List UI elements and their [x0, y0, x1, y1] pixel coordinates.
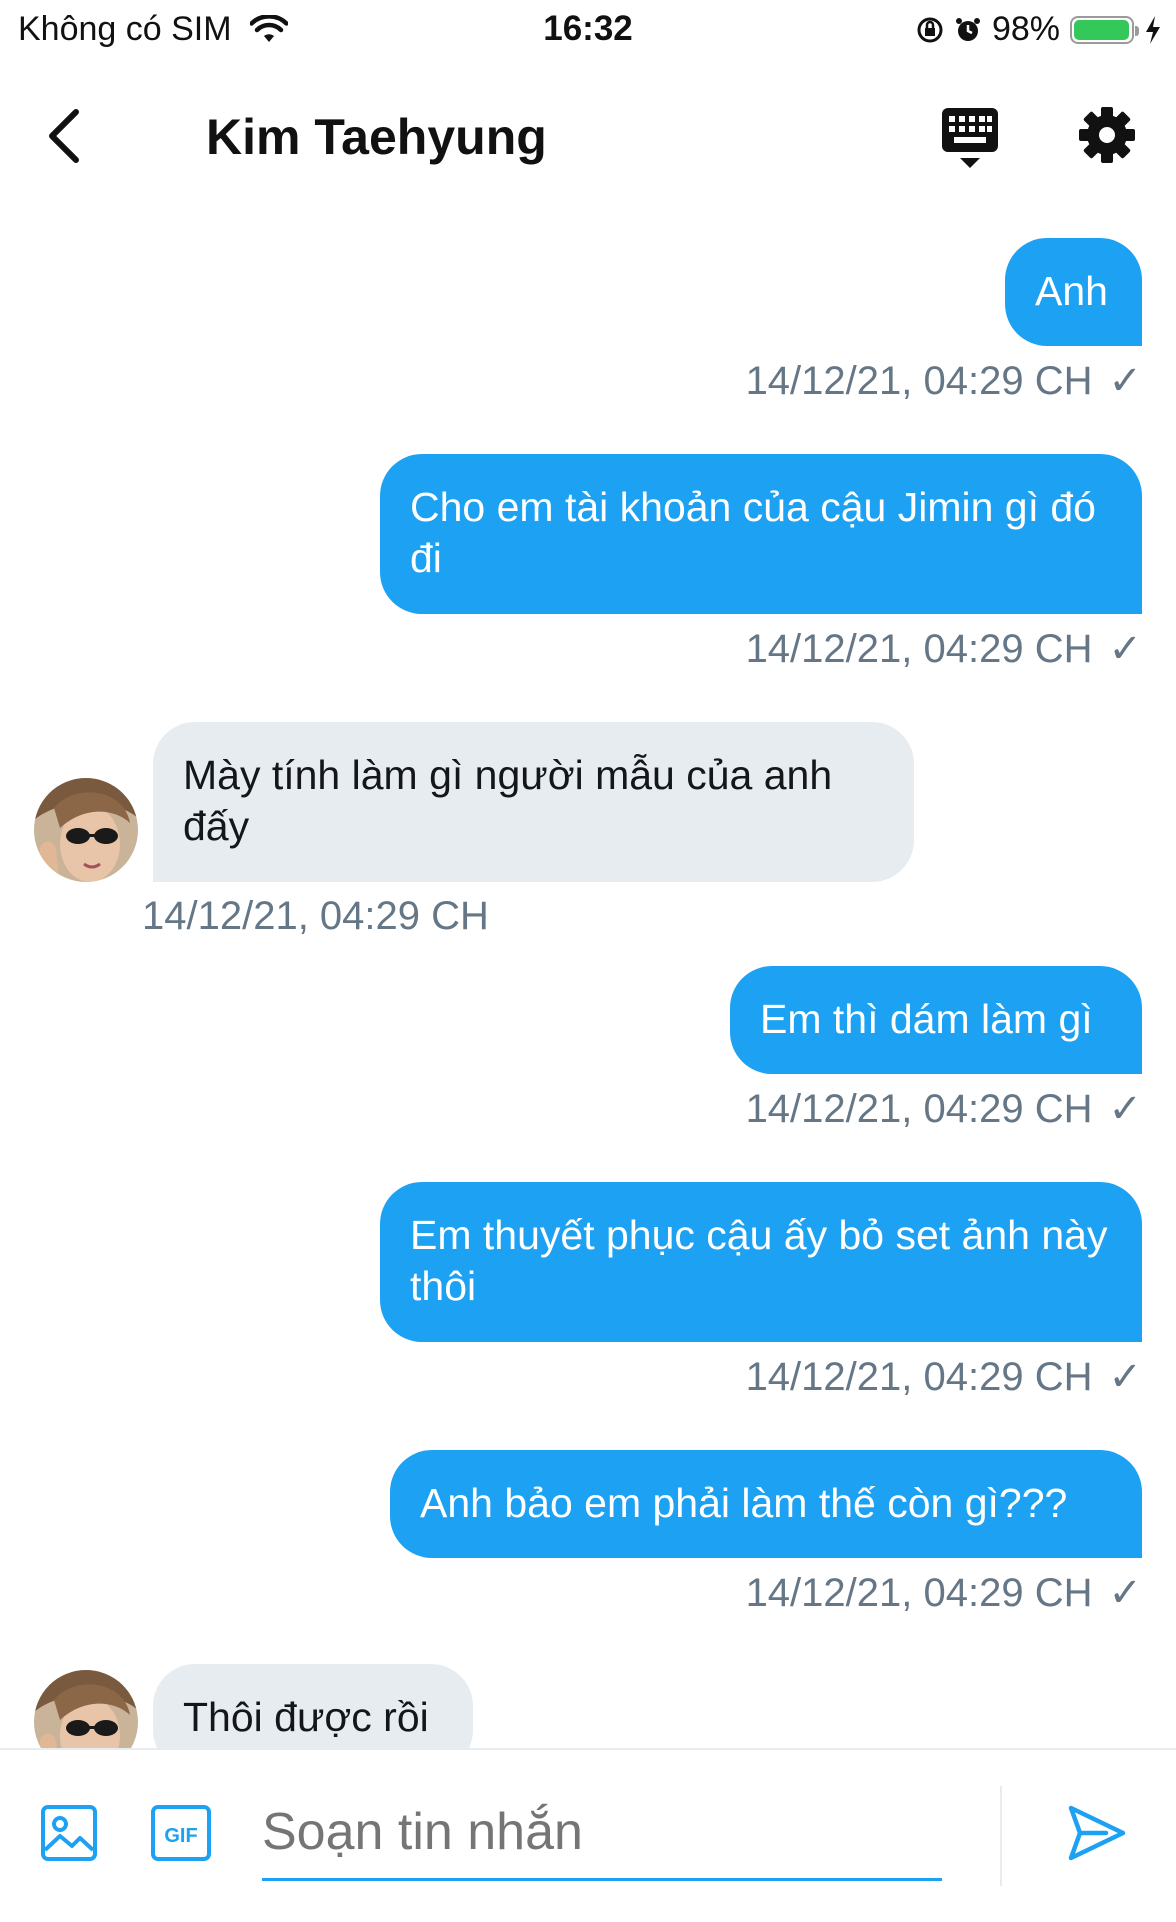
contact-avatar[interactable]: [34, 778, 138, 882]
status-indicators: 98%: [906, 10, 1162, 49]
back-arrow-icon[interactable]: [40, 106, 90, 166]
composer-divider: [1000, 1786, 1002, 1886]
avatar-photo: [34, 778, 138, 882]
send-icon[interactable]: [1066, 1802, 1128, 1864]
incoming-message-bubble[interactable]: Mày tính làm gì người mẫu của anh đấy: [153, 722, 914, 882]
timestamp-text: 14/12/21, 04:29 CH: [745, 626, 1093, 671]
gif-label: GIF: [164, 1825, 197, 1847]
outgoing-message-bubble[interactable]: Em thì dám làm gì: [730, 966, 1142, 1074]
gif-icon: GIF: [151, 1805, 211, 1861]
avatar-photo: [34, 1670, 138, 1750]
outgoing-message-bubble[interactable]: Cho em tài khoản của cậu Jimin gì đó đi: [380, 454, 1142, 614]
message-text: Em thuyết phục cậu ấy bỏ set ảnh này thô…: [410, 1212, 1108, 1309]
message-text: Mày tính làm gì người mẫu của anh đấy: [183, 752, 833, 849]
sent-check-icon: ✓: [1108, 627, 1142, 671]
contact-avatar[interactable]: [34, 1670, 138, 1750]
message-timestamp: 14/12/21, 04:29 CH ✓: [746, 626, 1142, 672]
rotation-lock-icon: [917, 17, 943, 42]
message-text: Em thì dám làm gì: [760, 996, 1093, 1042]
timestamp-text: 14/12/21, 04:29 CH: [745, 1570, 1093, 1615]
battery-fill: [1074, 19, 1129, 40]
conversation-header: Kim Taehyung: [0, 88, 1176, 188]
message-timestamp: 14/12/21, 04:29 CH ✓: [746, 1086, 1142, 1132]
settings-gear-icon[interactable]: [1078, 106, 1136, 164]
message-text: Anh bảo em phải làm thế còn gì???: [420, 1480, 1068, 1526]
image-upload-icon[interactable]: [40, 1804, 98, 1862]
charging-bolt-icon: [1146, 15, 1160, 44]
status-bar: Không có SIM 16:32 98%: [0, 0, 1176, 60]
message-timestamp: 14/12/21, 04:29 CH ✓: [746, 358, 1142, 404]
message-text: Thôi được rồi: [183, 1694, 429, 1740]
conversation-title: Kim Taehyung: [206, 109, 547, 165]
message-text: Cho em tài khoản của cậu Jimin gì đó đi: [410, 484, 1096, 581]
sent-check-icon: ✓: [1108, 359, 1142, 403]
sent-check-icon: ✓: [1108, 1571, 1142, 1615]
outgoing-message-bubble[interactable]: Em thuyết phục cậu ấy bỏ set ảnh này thô…: [380, 1182, 1142, 1342]
outgoing-message-bubble[interactable]: Anh bảo em phải làm thế còn gì???: [390, 1450, 1142, 1558]
message-input[interactable]: [262, 1786, 942, 1881]
gif-button[interactable]: GIF: [150, 1804, 212, 1862]
alarm-icon: [955, 17, 980, 41]
message-timestamp: 14/12/21, 04:29 CH: [142, 894, 489, 939]
sent-check-icon: ✓: [1108, 1087, 1142, 1131]
message-timestamp: 14/12/21, 04:29 CH ✓: [746, 1570, 1142, 1616]
timestamp-text: 14/12/21, 04:29 CH: [745, 358, 1093, 403]
message-list[interactable]: Anh 14/12/21, 04:29 CH ✓ Cho em tài khoả…: [0, 230, 1176, 1750]
message-timestamp: 14/12/21, 04:29 CH ✓: [746, 1354, 1142, 1400]
message-text: Anh: [1035, 268, 1108, 314]
timestamp-text: 14/12/21, 04:29 CH: [745, 1086, 1093, 1131]
battery-percent: 98%: [991, 10, 1060, 48]
battery-icon: [1070, 15, 1139, 44]
timestamp-text: 14/12/21, 04:29 CH: [745, 1354, 1093, 1399]
sent-check-icon: ✓: [1108, 1355, 1142, 1399]
incoming-message-bubble[interactable]: Thôi được rồi: [153, 1664, 473, 1750]
message-composer: GIF: [0, 1748, 1176, 1922]
timestamp-text: 14/12/21, 04:29 CH: [142, 894, 489, 938]
outgoing-message-bubble[interactable]: Anh: [1005, 238, 1142, 346]
keyboard-shortcuts-icon[interactable]: [940, 106, 1000, 172]
